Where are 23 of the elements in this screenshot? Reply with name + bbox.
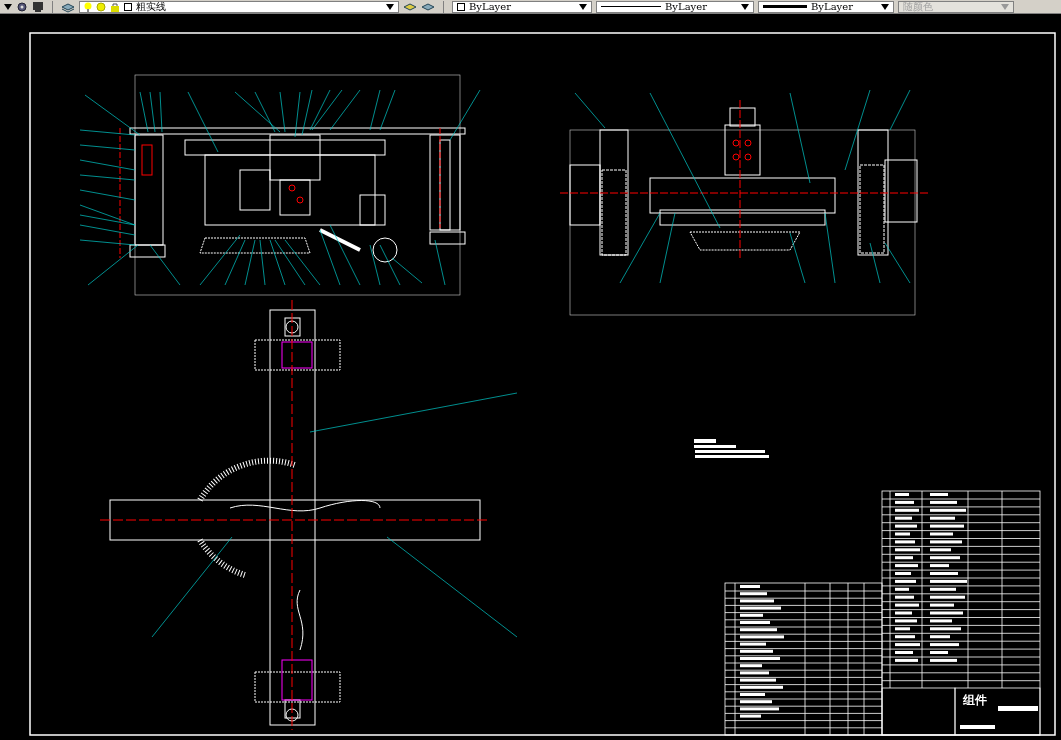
dropdown-arrow-icon[interactable] (881, 3, 889, 10)
color-value: ByLayer (469, 1, 511, 12)
lineweight-dropdown[interactable]: ByLayer (758, 0, 894, 13)
square-icon (124, 2, 132, 11)
line-sample-icon (763, 5, 807, 8)
square-icon (457, 2, 465, 11)
dropdown-arrow-icon[interactable] (4, 3, 12, 10)
gear-icon[interactable] (16, 0, 28, 13)
title-block-text: 组件 (963, 693, 987, 707)
linetype-value: ByLayer (665, 1, 707, 12)
layer-name: 粗实线 (136, 1, 166, 12)
dropdown-arrow-icon[interactable] (741, 3, 749, 10)
color-dropdown[interactable]: ByLayer (452, 0, 592, 13)
dropdown-arrow-icon[interactable] (386, 3, 394, 10)
dropdown-arrow-icon[interactable] (579, 3, 587, 10)
plot-style-value: 随颜色 (903, 1, 933, 12)
sun-icon (96, 1, 106, 12)
lineweight-value: ByLayer (811, 1, 853, 12)
line-sample-icon (601, 5, 661, 8)
padlock-icon (110, 1, 120, 12)
monitor-icon[interactable] (32, 0, 44, 13)
layer-dropdown[interactable]: 粗实线 (79, 0, 399, 13)
linetype-dropdown[interactable]: ByLayer (596, 0, 754, 13)
